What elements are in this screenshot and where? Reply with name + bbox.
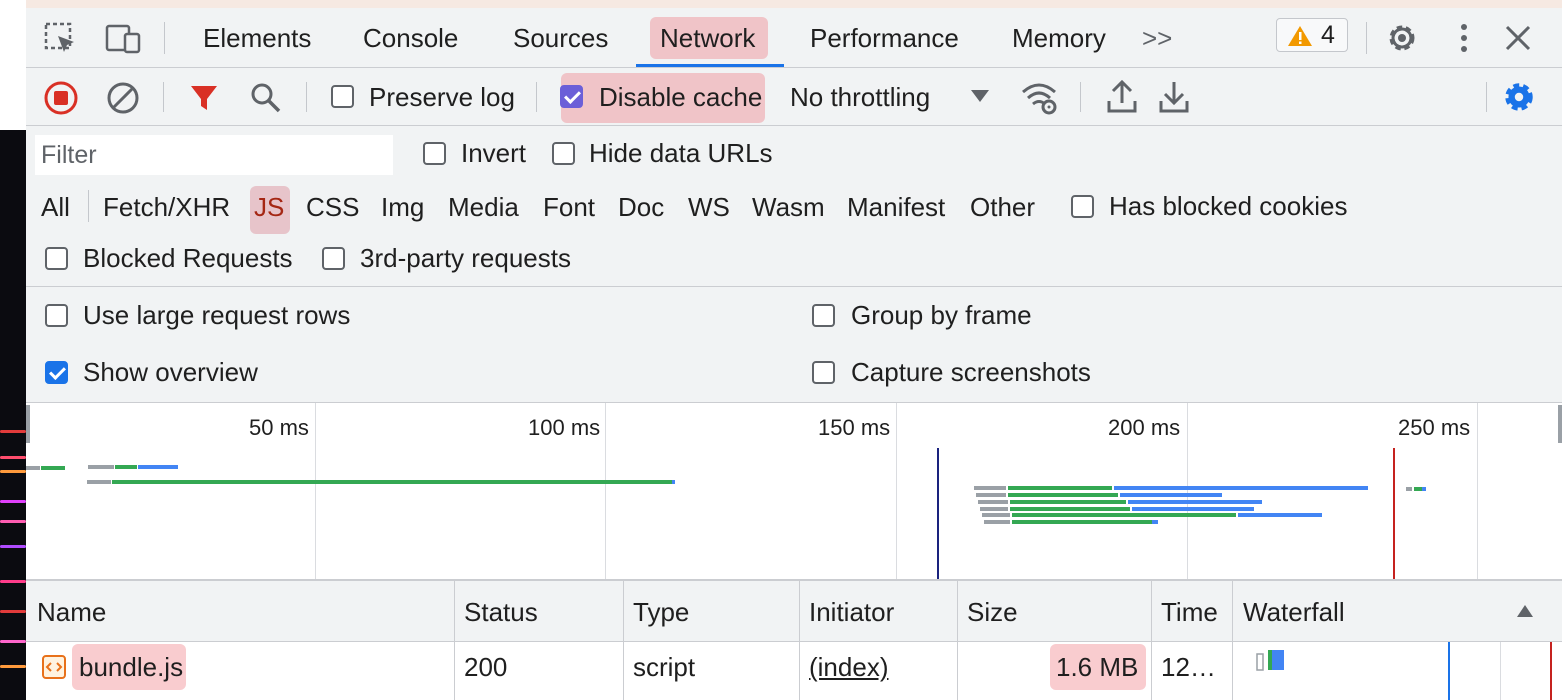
- filter-type-img[interactable]: Img: [381, 192, 424, 223]
- preserve-log-label: Preserve log: [369, 82, 515, 112]
- page-background-top: [0, 0, 1562, 8]
- import-har-icon[interactable]: [1106, 79, 1138, 120]
- sort-ascending-icon[interactable]: [1516, 604, 1534, 623]
- script-file-icon: [41, 654, 67, 685]
- request-size: 1.6 MB: [1056, 652, 1139, 682]
- warnings-count: 4: [1321, 21, 1335, 49]
- tab-performance[interactable]: Performance: [810, 8, 959, 68]
- request-type: script: [633, 652, 696, 682]
- tab-sources[interactable]: Sources: [513, 8, 608, 68]
- active-tab-indicator: [636, 64, 784, 67]
- chevron-down-icon[interactable]: [970, 88, 990, 109]
- column-header-status[interactable]: Status: [464, 581, 538, 642]
- network-overview-timeline[interactable]: 50 ms 100 ms 150 ms 200 ms 250 ms: [26, 403, 1562, 581]
- blocked-requests-checkbox[interactable]: [45, 247, 68, 270]
- column-header-name[interactable]: Name: [37, 581, 106, 642]
- filter-type-doc[interactable]: Doc: [618, 192, 664, 223]
- overview-request-bars: [26, 448, 1426, 579]
- gear-icon[interactable]: [1384, 20, 1420, 61]
- more-options-icon[interactable]: [1452, 22, 1476, 59]
- filter-type-fetch-xhr[interactable]: Fetch/XHR: [103, 192, 230, 223]
- request-name[interactable]: bundle.js: [79, 642, 183, 700]
- more-tabs-button[interactable]: >>: [1142, 8, 1172, 68]
- has-blocked-cookies-label: Has blocked cookies: [1109, 191, 1348, 221]
- inspect-element-icon[interactable]: [44, 22, 78, 61]
- capture-screenshots-checkbox[interactable]: [812, 361, 835, 384]
- column-header-size[interactable]: Size: [967, 581, 1018, 642]
- third-party-requests-checkbox[interactable]: [322, 247, 345, 270]
- group-by-frame-checkbox[interactable]: [812, 304, 835, 327]
- close-icon[interactable]: [1504, 24, 1532, 57]
- throttling-select[interactable]: No throttling: [790, 82, 930, 113]
- filter-type-other[interactable]: Other: [970, 192, 1035, 223]
- filter-type-media[interactable]: Media: [448, 192, 519, 223]
- hide-data-urls-label: Hide data URLs: [589, 138, 773, 168]
- filter-type-all[interactable]: All: [41, 192, 70, 223]
- table-row[interactable]: bundle.js 200 script (index) 1.6 MB 12…: [26, 642, 1562, 700]
- filter-type-ws[interactable]: WS: [688, 192, 730, 223]
- requests-table-header: Name Status Type Initiator Size Time Wat…: [26, 581, 1562, 642]
- warning-icon: [1287, 24, 1313, 53]
- network-toolbar: Preserve log Disable cache No throttling: [26, 68, 1562, 126]
- warnings-badge[interactable]: 4: [1276, 18, 1348, 52]
- filter-funnel-icon[interactable]: [189, 83, 219, 118]
- tab-elements[interactable]: Elements: [203, 8, 311, 68]
- filter-type-manifest[interactable]: Manifest: [847, 192, 945, 223]
- third-party-requests-label: 3rd-party requests: [360, 243, 571, 273]
- filter-bar: Invert Hide data URLs All Fetch/XHR JS C…: [26, 126, 1562, 287]
- large-request-rows-label: Use large request rows: [83, 300, 351, 330]
- search-icon[interactable]: [250, 82, 282, 119]
- show-overview-checkbox[interactable]: [45, 361, 68, 384]
- request-initiator-link[interactable]: (index): [809, 642, 888, 700]
- hide-data-urls-checkbox[interactable]: [552, 142, 575, 165]
- export-har-icon[interactable]: [1158, 79, 1190, 120]
- clear-icon[interactable]: [105, 80, 141, 121]
- invert-checkbox[interactable]: [423, 142, 446, 165]
- network-conditions-icon[interactable]: [1020, 80, 1060, 121]
- disable-cache-label: Disable cache: [599, 82, 763, 112]
- disable-cache-checkbox[interactable]: [560, 85, 583, 108]
- devtools-tab-bar: Elements Console Sources Network Perform…: [26, 8, 1562, 68]
- filter-input[interactable]: [35, 135, 393, 175]
- column-header-type[interactable]: Type: [633, 581, 689, 642]
- has-blocked-cookies-checkbox[interactable]: [1071, 195, 1094, 218]
- page-background-strip: [0, 0, 26, 700]
- record-stop-icon[interactable]: [43, 80, 79, 121]
- group-by-frame-label: Group by frame: [851, 300, 1032, 330]
- preserve-log-checkbox[interactable]: [331, 85, 354, 108]
- request-status: 200: [464, 652, 508, 682]
- column-header-initiator[interactable]: Initiator: [809, 581, 894, 642]
- request-waterfall-bar: [1256, 642, 1552, 700]
- network-settings-pane: Use large request rows Group by frame Sh…: [26, 287, 1562, 403]
- network-settings-gear-icon[interactable]: [1500, 78, 1538, 121]
- column-header-waterfall[interactable]: Waterfall: [1243, 581, 1345, 642]
- request-time: 12…: [1161, 652, 1216, 682]
- show-overview-label: Show overview: [83, 357, 258, 387]
- invert-label: Invert: [461, 138, 527, 168]
- filter-type-wasm[interactable]: Wasm: [752, 192, 825, 223]
- filter-type-font[interactable]: Font: [543, 192, 595, 223]
- column-header-time[interactable]: Time: [1161, 581, 1218, 642]
- tab-network[interactable]: Network: [660, 8, 755, 68]
- filter-type-css[interactable]: CSS: [306, 192, 359, 223]
- large-request-rows-checkbox[interactable]: [45, 304, 68, 327]
- tab-memory[interactable]: Memory: [1012, 8, 1106, 68]
- device-toolbar-icon[interactable]: [104, 22, 142, 61]
- blocked-requests-label: Blocked Requests: [83, 243, 293, 273]
- tab-console[interactable]: Console: [363, 8, 458, 68]
- filter-type-js[interactable]: JS: [254, 192, 284, 223]
- capture-screenshots-label: Capture screenshots: [851, 357, 1091, 387]
